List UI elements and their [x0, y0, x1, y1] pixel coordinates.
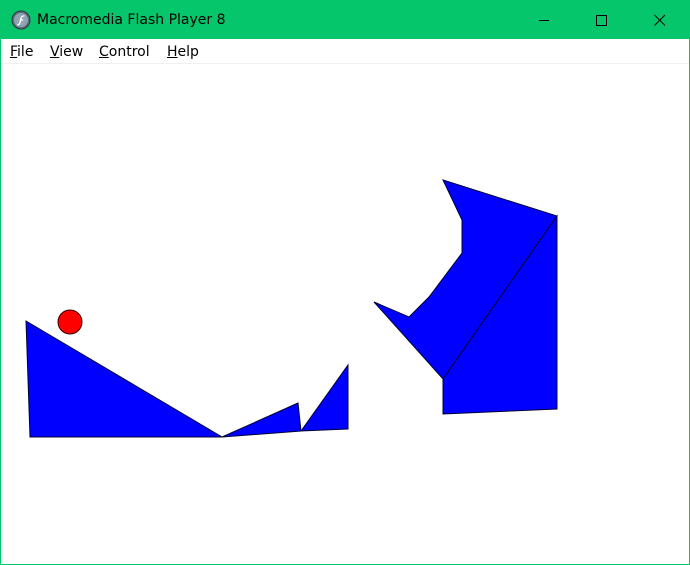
- flash-player-icon: [11, 10, 31, 30]
- flash-stage[interactable]: [1, 64, 689, 564]
- minimize-button[interactable]: [515, 1, 573, 39]
- ramp-right-shape: [299, 363, 349, 432]
- close-icon: [654, 14, 666, 26]
- red-ball[interactable]: [57, 309, 83, 335]
- menu-bar: File View Control Help: [1, 39, 689, 64]
- menu-control[interactable]: Control: [99, 43, 150, 61]
- ramp-left-shape: [25, 320, 224, 438]
- flash-player-window: Macromedia Flash Player 8 File View Cont…: [0, 0, 690, 565]
- ramp-middle-shape: [221, 402, 302, 438]
- menu-file[interactable]: File: [10, 43, 33, 61]
- stage-canvas[interactable]: [1, 64, 689, 564]
- maximize-button[interactable]: [573, 1, 631, 39]
- menu-view[interactable]: View: [50, 43, 83, 61]
- minimize-icon: [539, 20, 549, 21]
- window-title: Macromedia Flash Player 8: [37, 12, 226, 28]
- maximize-icon: [596, 15, 607, 26]
- close-button[interactable]: [631, 1, 689, 39]
- title-bar[interactable]: Macromedia Flash Player 8: [1, 1, 689, 39]
- menu-help[interactable]: Help: [167, 43, 199, 61]
